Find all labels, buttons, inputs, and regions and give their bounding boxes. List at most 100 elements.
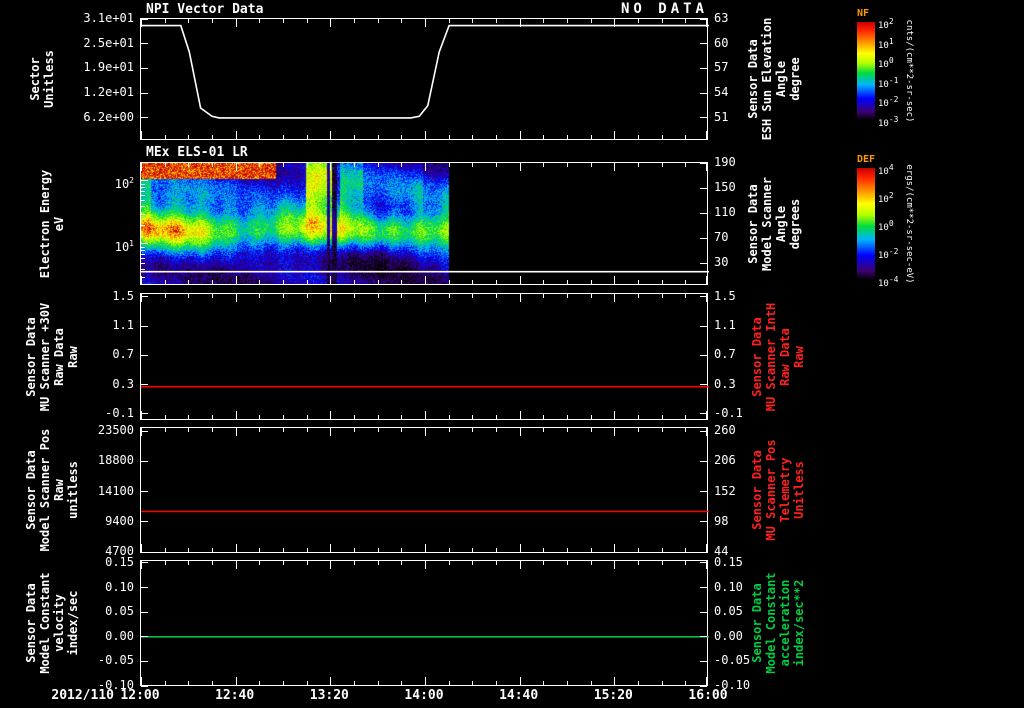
time-tick-mark xyxy=(638,135,639,139)
def-colorbar xyxy=(857,168,875,280)
time-tick-mark xyxy=(164,548,166,552)
time-tick-mark xyxy=(425,411,426,419)
time-tick-mark xyxy=(472,428,474,432)
nf-colorbar-tick-label: 10-1 xyxy=(878,75,899,90)
time-tick-mark xyxy=(330,428,332,436)
npi-vector-data-left-tick-mark xyxy=(141,117,148,119)
model-constant-velocity-left-tick-mark xyxy=(141,660,148,662)
time-tick-mark xyxy=(706,276,707,284)
time-tick-mark xyxy=(164,561,166,565)
model-constant-velocity-right-tick-mark xyxy=(700,636,707,638)
time-tick-mark xyxy=(614,428,616,436)
time-tick-mark xyxy=(330,411,332,419)
model-constant-velocity-left-tick-mark xyxy=(141,587,148,589)
time-tick-mark xyxy=(425,561,426,569)
model-scanner-pos-right-tick-label: 260 xyxy=(714,423,736,438)
time-tick-mark xyxy=(543,294,545,298)
time-tick-mark xyxy=(330,276,332,284)
time-tick-mark xyxy=(685,19,687,23)
time-tick-mark xyxy=(188,163,190,167)
time-tick-mark xyxy=(259,561,261,565)
model-scanner-pos-right-tick-mark xyxy=(700,460,707,462)
time-tick-mark xyxy=(354,681,355,685)
time-tick-mark xyxy=(567,548,568,552)
time-tick-mark xyxy=(706,294,707,302)
time-tick-mark xyxy=(354,428,355,432)
npi-vector-data-left-tick-label: 6.2e+00 xyxy=(83,109,134,124)
time-tick-mark xyxy=(283,135,284,139)
mu-scanner-30v-line-layer xyxy=(141,385,709,388)
time-tick-mark xyxy=(614,163,616,171)
time-tick-mark xyxy=(235,411,237,419)
time-tick-mark xyxy=(425,276,426,284)
model-constant-velocity-left-tick-mark xyxy=(141,562,148,564)
time-label: 13:20 xyxy=(309,688,349,703)
time-tick-mark xyxy=(306,681,308,685)
time-tick-mark xyxy=(519,428,521,436)
time-tick-mark xyxy=(661,561,663,565)
time-tick-mark xyxy=(614,677,616,685)
time-tick-mark xyxy=(638,561,639,565)
nf-colorbar-tick-label: 10-2 xyxy=(878,95,899,110)
time-label: 14:00 xyxy=(404,688,444,703)
model-constant-velocity-right-tick-mark xyxy=(700,660,707,662)
time-tick-mark xyxy=(259,548,261,552)
time-tick-mark xyxy=(543,415,545,419)
time-tick-mark xyxy=(283,163,284,167)
time-tick-mark xyxy=(212,294,213,298)
nf-colorbar-tick-label: 100 xyxy=(878,56,894,71)
model-constant-velocity-right-tick-mark xyxy=(700,685,707,687)
time-tick-mark xyxy=(448,135,450,139)
mex-els-01-lr-right-tick-mark xyxy=(700,237,707,239)
time-tick-mark xyxy=(330,544,332,552)
time-tick-mark xyxy=(141,544,142,552)
time-tick-mark xyxy=(496,294,497,298)
mex-els-01-lr-left-minor-tick-mark xyxy=(141,206,145,208)
npi-vector-data-plot-area xyxy=(140,18,709,140)
time-tick-mark xyxy=(306,294,308,298)
time-tick-mark xyxy=(259,681,261,685)
time-tick-mark xyxy=(377,548,379,552)
mex-els-01-lr-left-minor-tick-mark xyxy=(141,183,145,185)
panel1-title: NPI Vector Data xyxy=(146,2,264,17)
time-tick-mark xyxy=(283,428,284,432)
time-tick-mark xyxy=(259,280,261,284)
time-tick-mark xyxy=(401,280,403,284)
time-tick-mark xyxy=(661,294,663,298)
time-tick-mark xyxy=(448,548,450,552)
time-tick-mark xyxy=(614,294,616,302)
time-tick-mark xyxy=(259,294,261,298)
time-label: 14:40 xyxy=(499,688,539,703)
time-tick-mark xyxy=(401,415,403,419)
time-tick-mark xyxy=(590,561,592,565)
time-tick-mark xyxy=(590,294,592,298)
time-tick-mark xyxy=(590,415,592,419)
time-tick-mark xyxy=(519,19,521,27)
time-tick-mark xyxy=(448,280,450,284)
time-tick-mark xyxy=(472,19,474,23)
time-tick-mark xyxy=(188,135,190,139)
time-tick-mark xyxy=(496,561,497,565)
time-tick-mark xyxy=(685,548,687,552)
time-tick-mark xyxy=(425,428,426,436)
time-tick-mark xyxy=(141,561,142,569)
def-colorbar-tick-label: 100 xyxy=(878,219,894,233)
time-tick-mark xyxy=(377,163,379,167)
mu-scanner-30v-left-tick-mark xyxy=(141,384,148,385)
time-tick-mark xyxy=(259,19,261,23)
time-tick-mark xyxy=(661,19,663,23)
time-tick-mark xyxy=(614,411,616,419)
time-tick-mark xyxy=(638,428,639,432)
time-tick-mark xyxy=(638,163,639,167)
npi-vector-data-right-axis-title: Sensor Data ESH Sun Elevation Angle degree xyxy=(746,17,802,141)
time-tick-mark xyxy=(401,19,403,23)
time-tick-mark xyxy=(685,294,687,298)
time-tick-mark xyxy=(496,415,497,419)
time-tick-mark xyxy=(306,19,308,23)
model-constant-velocity-line-layer xyxy=(141,636,709,638)
npi-vector-data-left-tick-label: 2.5e+01 xyxy=(83,35,134,50)
mex-els-01-lr-left-tick-mark xyxy=(141,243,148,245)
time-tick-mark xyxy=(212,415,213,419)
npi-vector-data-data-line xyxy=(141,24,709,119)
time-tick-mark xyxy=(614,19,616,27)
